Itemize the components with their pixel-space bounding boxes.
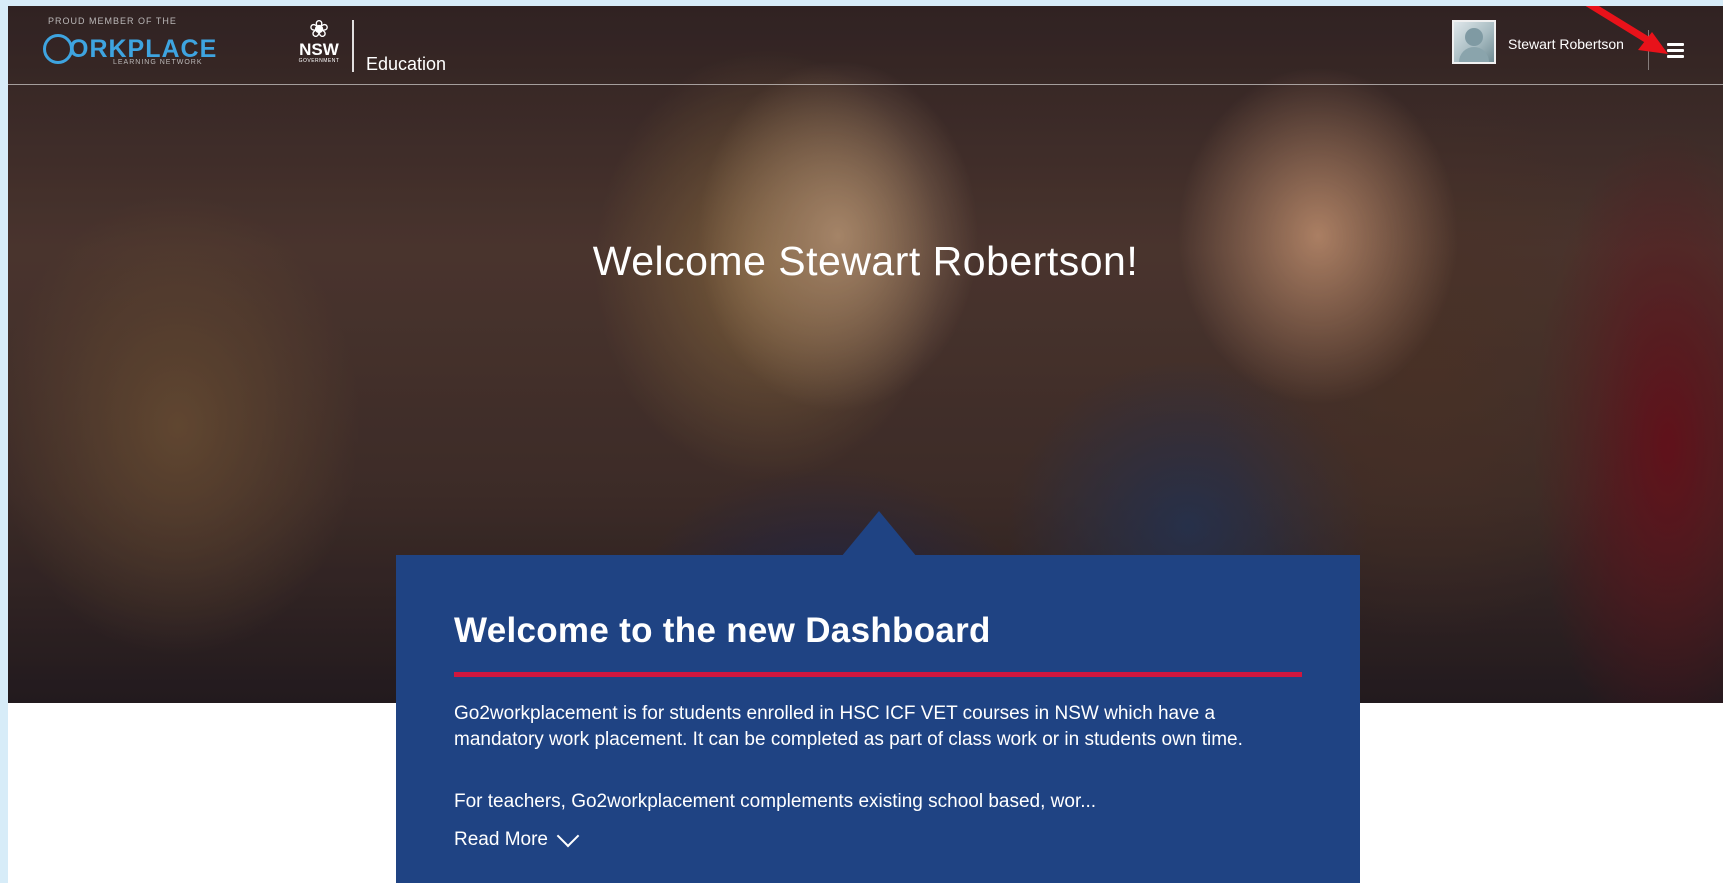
nsw-logo-text: NSW [299, 40, 339, 59]
user-avatar[interactable] [1452, 20, 1496, 64]
card-title: Welcome to the new Dashboard [454, 611, 991, 650]
top-navigation: PROUD MEMBER OF THE ORKPLACE LEARNING NE… [8, 6, 1723, 85]
workplace-tagline: PROUD MEMBER OF THE [48, 16, 177, 26]
card-pointer-notch [841, 511, 917, 557]
waratah-icon: ❀ [308, 16, 330, 43]
card-paragraph-teachers: For teachers, Go2workplacement complemen… [454, 791, 1097, 812]
education-label: Education [366, 54, 447, 74]
nsw-government-text: GOVERNMENT [298, 58, 340, 64]
nsw-government-logo[interactable]: ❀ NSW GOVERNMENT [293, 18, 345, 74]
card-paragraph-intro: Go2workplacement is for students enrolle… [454, 703, 1243, 750]
welcome-heading: Welcome Stewart Robertson! [592, 238, 1139, 284]
chevron-down-icon [556, 824, 580, 848]
red-annotation-arrow-icon [1585, 6, 1668, 54]
workplace-logo-subtext: LEARNING NETWORK [113, 59, 203, 66]
read-more-label: Read More [454, 829, 548, 850]
browser-viewport: PROUD MEMBER OF THE ORKPLACE LEARNING NE… [8, 6, 1723, 883]
read-more-button[interactable]: Read More [454, 824, 580, 851]
card-title-underline [454, 672, 1302, 677]
logo-divider [352, 20, 354, 72]
dashboard-info-card: Welcome to the new Dashboard Go2workplac… [396, 555, 1360, 883]
